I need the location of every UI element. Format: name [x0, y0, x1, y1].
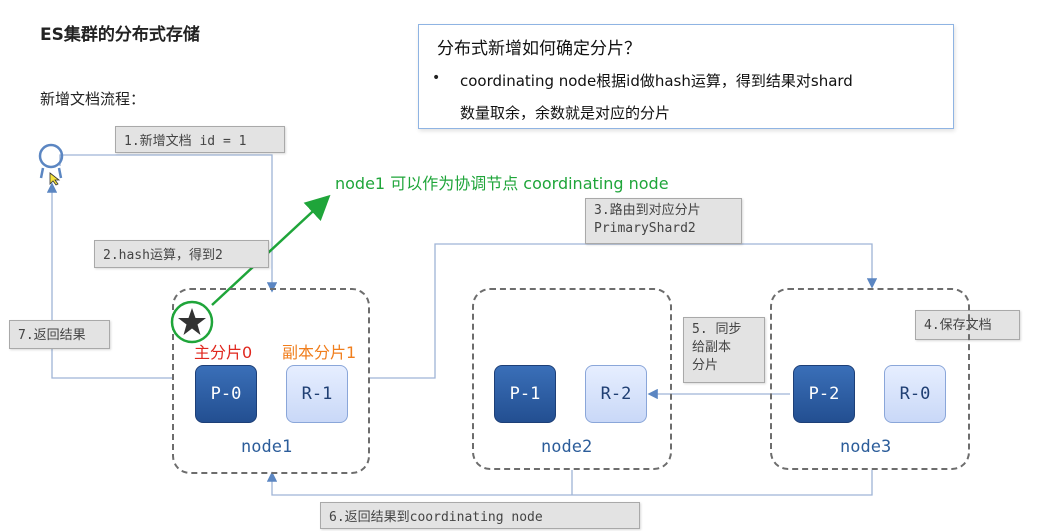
info-line-1: coordinating node根据id做hash运算，得到结果对shard	[460, 72, 853, 90]
node3-primary-shard: P-2	[793, 365, 855, 423]
coordinator-annotation: node1 可以作为协调节点 coordinating node	[335, 174, 669, 193]
node1-primary-shard: P-0	[195, 365, 257, 423]
node2-name: node2	[541, 437, 593, 457]
node3-name: node3	[840, 437, 892, 457]
node2-primary-shard: P-1	[494, 365, 556, 423]
primary-shard-label: 主分片0	[194, 343, 253, 362]
step5-label: 5. 同步 给副本 分片	[683, 317, 765, 383]
step1-label: 1.新增文档 id = 1	[115, 126, 285, 153]
step5-line1: 5. 同步	[692, 322, 742, 337]
node3-replica-shard: R-0	[884, 365, 946, 423]
step3-line2: PrimaryShard2	[594, 221, 696, 236]
cursor-icon	[49, 172, 61, 186]
replica-shard-label: 副本分片1	[282, 343, 357, 362]
info-line-2: 数量取余，余数就是对应的分片	[460, 104, 671, 122]
node2-replica-shard: R-2	[585, 365, 647, 423]
node1-replica-shard: R-1	[286, 365, 348, 423]
step2-label: 2.hash运算，得到2	[94, 240, 269, 268]
info-bullet: •	[432, 70, 441, 86]
flow-line-step1	[59, 154, 278, 293]
flow-subtitle: 新增文档流程：	[40, 90, 146, 108]
node1-name: node1	[241, 437, 293, 457]
step3-line1: 3.路由到对应分片	[594, 203, 701, 218]
step5-line3: 分片	[692, 358, 719, 373]
info-title: 分布式新增如何确定分片？	[437, 39, 641, 59]
page-title: ES集群的分布式存储	[40, 25, 200, 45]
step7-label: 7.返回结果	[9, 320, 110, 349]
flow-line-step7	[46, 182, 172, 379]
step6-label: 6.返回结果到coordinating node	[320, 502, 640, 529]
step5-line2: 给副本	[692, 340, 732, 355]
step3-label: 3.路由到对应分片 PrimaryShard2	[585, 198, 742, 244]
